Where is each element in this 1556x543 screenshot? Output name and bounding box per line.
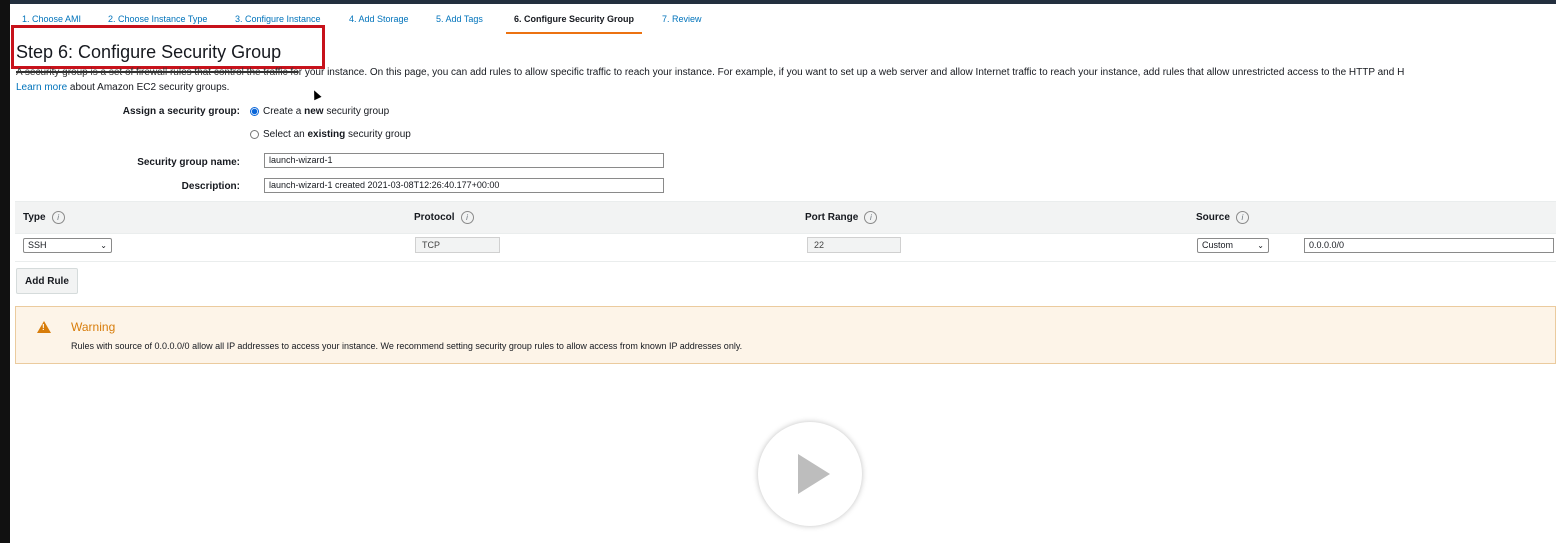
security-group-name-input[interactable]: launch-wizard-1: [264, 153, 664, 168]
info-icon[interactable]: i: [1235, 211, 1249, 224]
col-port-range: Port Range i: [805, 211, 878, 224]
left-bar: [0, 0, 10, 543]
warning-triangle-icon: !: [37, 321, 51, 333]
learn-more-text: about Amazon EC2 security groups.: [69, 82, 230, 93]
radio-select-existing[interactable]: Select an existing security group: [250, 129, 411, 140]
intro-text: A security group is a set of firewall ru…: [16, 67, 1404, 78]
col-type: Type i: [23, 211, 65, 224]
security-group-name-label: Security group name:: [137, 157, 240, 168]
intro-text-rest: r your instance. On this page, you can a…: [298, 67, 1405, 78]
mouse-cursor-icon: [310, 88, 322, 101]
description-label: Description:: [181, 181, 240, 192]
type-select[interactable]: SSH ⌄: [23, 238, 112, 253]
radio-create-new[interactable]: Create a new security group: [250, 106, 389, 117]
col-source: Source i: [1196, 211, 1249, 224]
step-configure-security-group[interactable]: 6. Configure Security Group: [506, 10, 643, 34]
description-input[interactable]: launch-wizard-1 created 2021-03-08T12:26…: [264, 178, 664, 193]
info-icon[interactable]: i: [460, 211, 474, 224]
protocol-field: TCP: [415, 237, 500, 253]
col-protocol: Protocol i: [414, 211, 474, 224]
play-icon: [798, 454, 830, 494]
port-range-field: 22: [807, 237, 901, 253]
source-cidr-input[interactable]: 0.0.0.0/0: [1304, 238, 1554, 253]
intro-text-obscured: A security group is a set of firewall ru…: [16, 67, 299, 78]
highlight-box: [11, 25, 325, 69]
learn-more-line: Learn more about Amazon EC2 security gro…: [16, 82, 229, 93]
radio-select-existing-label: Select an existing security group: [263, 129, 411, 140]
warning-title: Warning: [71, 320, 116, 334]
rules-table-header: Type i Protocol i Port Range i Source i: [15, 201, 1556, 234]
chevron-down-icon: ⌄: [1257, 241, 1264, 250]
assign-group-label: Assign a security group:: [122, 106, 240, 117]
learn-more-link[interactable]: Learn more: [16, 82, 67, 93]
step-add-storage[interactable]: 4. Add Storage: [349, 10, 409, 32]
source-select[interactable]: Custom ⌄: [1197, 238, 1269, 253]
radio-select-existing-icon[interactable]: [250, 130, 259, 139]
ec2-launch-wizard: 1. Choose AMI 2. Choose Instance Type 3.…: [10, 4, 1556, 543]
step-review[interactable]: 7. Review: [662, 10, 702, 32]
step-add-tags[interactable]: 5. Add Tags: [436, 10, 483, 32]
info-icon[interactable]: i: [864, 211, 878, 224]
radio-create-new-label: Create a new security group: [263, 106, 390, 117]
table-row: SSH ⌄ TCP 22 Custom ⌄ 0.0.0.0/0: [15, 232, 1556, 262]
chevron-down-icon: ⌄: [100, 241, 107, 250]
info-icon[interactable]: i: [51, 211, 65, 224]
add-rule-button[interactable]: Add Rule: [16, 268, 78, 294]
warning-text: Rules with source of 0.0.0.0/0 allow all…: [71, 341, 743, 351]
play-button[interactable]: [758, 422, 862, 526]
warning-alert: ! Warning Rules with source of 0.0.0.0/0…: [15, 306, 1556, 364]
radio-create-new-icon[interactable]: [250, 107, 259, 116]
